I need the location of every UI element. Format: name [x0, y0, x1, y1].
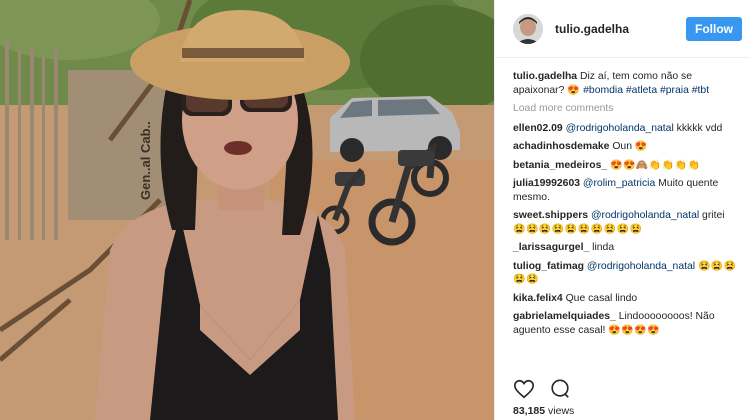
- comment-username[interactable]: tuliog_fatimag: [513, 261, 584, 272]
- comment-row: gabrielamelquiades_ Lindoooooooos! Não a…: [513, 310, 740, 337]
- comment-row: achadinhosdemake Oun 😍: [513, 140, 740, 154]
- caption-username[interactable]: tulio.gadelha: [513, 71, 577, 82]
- avatar-image: [513, 13, 543, 44]
- comment-username[interactable]: kika.felix4: [513, 293, 563, 304]
- comment-mention[interactable]: @rodrigoholanda_natal: [591, 210, 699, 221]
- comment-mention[interactable]: @rodrigoholanda_natal: [566, 123, 674, 134]
- comment-emoji: 😍😍😍😍: [608, 324, 661, 336]
- action-bar: [513, 378, 571, 400]
- caption-hashtags[interactable]: #bomdia #atleta #praia #tbt: [583, 85, 709, 96]
- comments-section: tulio.gadelha Diz aí, tem como não se ap…: [495, 58, 750, 337]
- comment-emoji: 😍😍🙈👏👏👏👏: [610, 159, 701, 171]
- view-count: 83,185 views: [513, 405, 574, 417]
- caption: tulio.gadelha Diz aí, tem como não se ap…: [513, 70, 740, 97]
- comment-username[interactable]: gabrielamelquiades_: [513, 311, 616, 322]
- comment-text: kkkkk vdd: [676, 122, 723, 134]
- heart-icon[interactable]: [513, 378, 535, 400]
- header-username[interactable]: tulio.gadelha: [555, 22, 686, 36]
- comment-row: ellen02.09 @rodrigoholanda_natal kkkkk v…: [513, 122, 740, 136]
- comment-row: kika.felix4 Que casal lindo: [513, 292, 740, 306]
- follow-button[interactable]: Follow: [686, 16, 742, 41]
- comment-text: Oun: [612, 141, 632, 152]
- photo-sign-text: Gen..al Cab..: [138, 121, 153, 200]
- comment-username[interactable]: sweet.shippers: [513, 210, 588, 221]
- post-photo[interactable]: Gen..al Cab..: [0, 0, 494, 420]
- load-more-comments[interactable]: Load more comments: [513, 102, 740, 116]
- comment-text: gritei: [702, 210, 725, 221]
- comment-username[interactable]: achadinhosdemake: [513, 141, 609, 152]
- comment-username[interactable]: julia19992603: [513, 178, 580, 189]
- post-header: tulio.gadelha Follow: [495, 0, 750, 58]
- comment-username[interactable]: betania_medeiros_: [513, 160, 607, 171]
- comment-mention[interactable]: @rodrigoholanda_natal: [587, 261, 695, 272]
- comment-mention[interactable]: @rolim_patricia: [583, 178, 655, 189]
- views-number: 83,185: [513, 405, 546, 417]
- comment-list: ellen02.09 @rodrigoholanda_natal kkkkk v…: [513, 122, 740, 338]
- comment-username[interactable]: ellen02.09: [513, 123, 563, 134]
- caption-emoji: 😍: [567, 84, 581, 96]
- comment-row: sweet.shippers @rodrigoholanda_natal gri…: [513, 209, 740, 236]
- comment-row: _larissagurgel_ linda: [513, 241, 740, 255]
- comment-row: tuliog_fatimag @rodrigoholanda_natal 😫😫😫…: [513, 260, 740, 287]
- comment-emoji: 😍: [634, 141, 648, 152]
- comment-icon[interactable]: [549, 378, 571, 400]
- comment-emoji: 😫😫😫😫😫😫😫😫😫😫: [513, 223, 643, 235]
- comment-username[interactable]: _larissagurgel_: [513, 242, 589, 253]
- post-side-panel: tulio.gadelha Follow tulio.gadelha Diz a…: [494, 0, 750, 420]
- comment-text: linda: [592, 242, 615, 253]
- views-label: views: [548, 405, 575, 417]
- avatar[interactable]: [513, 13, 543, 44]
- comment-row: betania_medeiros_ 😍😍🙈👏👏👏👏: [513, 159, 740, 173]
- beach-scene-illustration: Gen..al Cab..: [0, 0, 494, 420]
- comment-text: Que casal lindo: [565, 292, 638, 304]
- comment-row: julia19992603 @rolim_patricia Muito quen…: [513, 177, 740, 204]
